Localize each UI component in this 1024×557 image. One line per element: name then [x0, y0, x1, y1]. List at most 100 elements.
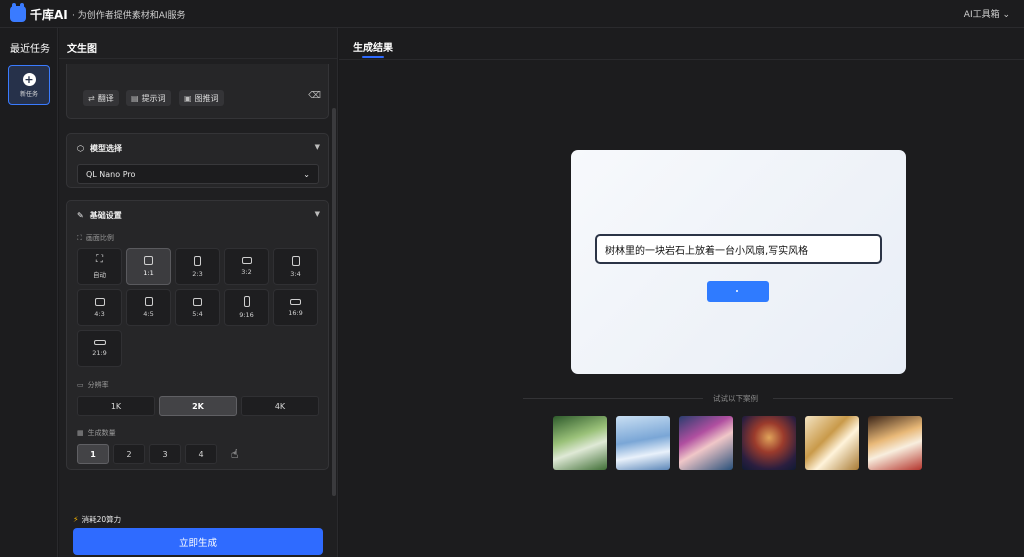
document-icon: ▤: [131, 93, 139, 103]
count-label-text: 生成数量: [87, 429, 116, 437]
resolution-option[interactable]: 1K: [77, 396, 155, 416]
translate-icon: ⇄: [88, 93, 95, 103]
image-icon: ▣: [184, 93, 192, 103]
preview-card: 树林里的一块岩石上放着一台小风扇,写实风格: [571, 150, 906, 374]
example-dessert[interactable]: [868, 416, 922, 470]
ratio-option-label: 16:9: [288, 308, 303, 317]
settings-scroll-area[interactable]: ⇄ 翻译 ▤ 提示词 ▣ 图推词 ⌫ ⬡ 模型选择 ▼ QL Nano Pro …: [59, 64, 338, 504]
ratio-option-label: 4:5: [143, 310, 154, 318]
monitor-icon: ▭: [77, 381, 84, 389]
ratio-option[interactable]: 2:3: [175, 248, 220, 285]
resolution-option[interactable]: 2K: [159, 396, 237, 416]
ratio-option[interactable]: 4:3: [77, 289, 122, 326]
translate-button[interactable]: ⇄ 翻译: [83, 90, 119, 106]
example-thumbnails: [553, 416, 922, 470]
basic-heading: 基础设置: [89, 211, 122, 220]
ratio-option-label: 3:2: [241, 268, 252, 276]
aspect-ratio-icon: [144, 256, 153, 265]
aspect-ratio-icon: [241, 257, 252, 264]
resolution-label-text: 分辨率: [87, 381, 109, 389]
image-to-prompt-label: 图推词: [194, 93, 219, 103]
count-option[interactable]: 4: [185, 444, 217, 464]
example-gold-jewelry[interactable]: [805, 416, 859, 470]
ratio-option-label: 5:4: [192, 309, 203, 318]
ratio-label-text: 画面比例: [85, 234, 114, 242]
logo-icon: [10, 3, 26, 22]
panel-title: 文生图: [67, 44, 97, 55]
ratio-option[interactable]: 9:16: [224, 289, 269, 326]
lightning-icon: ⚡: [73, 515, 79, 524]
count-option[interactable]: 2: [113, 444, 145, 464]
count-option[interactable]: 3: [149, 444, 181, 464]
ratio-option-label: 3:4: [290, 269, 301, 278]
preview-prompt: 树林里的一块岩石上放着一台小风扇,写实风格: [595, 234, 882, 264]
cost-text: 消耗20算力: [81, 515, 122, 524]
generate-button[interactable]: 立即生成: [73, 528, 323, 555]
translate-label: 翻译: [97, 93, 114, 103]
result-area: 生成结果 树林里的一块岩石上放着一台小风扇,写实风格 试试以下案例: [339, 28, 1024, 557]
plus-icon: +: [22, 72, 36, 86]
chevron-down-icon: ⌄: [303, 169, 310, 179]
image-to-prompt-button[interactable]: ▣ 图推词: [179, 90, 224, 106]
tab-indicator: [362, 56, 384, 58]
examples-label: 试试以下案例: [713, 394, 758, 403]
mouse-cursor-icon: ☝: [231, 447, 239, 461]
recent-tasks-title: 最近任务: [10, 44, 50, 55]
example-fantasy-creature[interactable]: [553, 416, 607, 470]
aspect-ratio-icon: [290, 298, 301, 305]
divider: [59, 58, 338, 59]
chevron-down-icon[interactable]: ▼: [315, 210, 320, 218]
ratio-grid: ⛶ 自动 1:1 2:3 3:2 3:4 4:3 4:5 5:4 9:16 16:9 21:9: [77, 248, 318, 367]
brand-slogan: · 为创作者提供素材和AI服务: [72, 11, 186, 21]
chevron-down-icon[interactable]: ▼: [315, 143, 320, 151]
ratio-option-label: 自动: [93, 271, 106, 279]
clear-icon[interactable]: ⌫: [308, 91, 321, 101]
divider: [523, 398, 703, 399]
aspect-ratio-icon: [93, 340, 106, 345]
example-cyber-girl[interactable]: [679, 416, 733, 470]
new-task-button[interactable]: + 新任务: [8, 65, 50, 105]
aspect-ratio-icon: [291, 255, 300, 266]
prompt-card: ⇄ 翻译 ▤ 提示词 ▣ 图推词 ⌫: [66, 64, 329, 119]
ratio-option[interactable]: 3:2: [224, 248, 269, 285]
pencil-icon: ✎: [77, 211, 84, 220]
auto-frame-icon: ⛶: [96, 254, 103, 265]
aspect-ratio-icon: [194, 255, 201, 266]
brand-name: 千库AI: [30, 8, 68, 22]
ratio-option-label: 2:3: [192, 269, 203, 278]
top-bar: 千库AI · 为创作者提供素材和AI服务 AI工具箱 ⌄: [0, 0, 1024, 28]
ratio-option[interactable]: ⛶ 自动: [77, 248, 122, 285]
ratio-option-label: 4:3: [94, 309, 105, 318]
ratio-option[interactable]: 5:4: [175, 289, 220, 326]
ratio-option[interactable]: 16:9: [273, 289, 318, 326]
ratio-label: ⛶ 画面比例: [77, 233, 114, 243]
scrollbar[interactable]: [332, 108, 336, 496]
resolution-options: 1K 2K 4K: [77, 396, 319, 416]
example-winter-landscape[interactable]: [616, 416, 670, 470]
ratio-option[interactable]: 21:9: [77, 330, 122, 367]
preview-generate-button: [707, 281, 769, 302]
model-select[interactable]: QL Nano Pro ⌄: [77, 164, 319, 184]
basic-section-header: ✎ 基础设置: [77, 210, 122, 221]
divider: [339, 59, 1024, 60]
aspect-ratio-icon: [94, 297, 105, 306]
ai-toolbox-menu[interactable]: AI工具箱 ⌄: [964, 7, 1010, 20]
ratio-option[interactable]: 3:4: [273, 248, 318, 285]
cube-icon: ⬡: [77, 144, 84, 153]
resolution-option[interactable]: 4K: [241, 396, 319, 416]
example-neon-portrait[interactable]: [742, 416, 796, 470]
ratio-option-label: 21:9: [92, 349, 107, 357]
grid-icon: ▦: [77, 429, 84, 437]
tab-result[interactable]: 生成结果: [353, 39, 393, 54]
prompt-words-label: 提示词: [141, 93, 166, 103]
model-card: ⬡ 模型选择 ▼ QL Nano Pro ⌄: [66, 133, 329, 188]
new-task-label: 新任务: [19, 90, 38, 98]
ratio-option[interactable]: 1:1: [126, 248, 171, 285]
count-option[interactable]: 1: [77, 444, 109, 464]
prompt-words-button[interactable]: ▤ 提示词: [126, 90, 171, 106]
settings-panel: 文生图 ⇄ 翻译 ▤ 提示词 ▣ 图推词 ⌫ ⬡ 模型选择 ▼ QL Nano …: [59, 28, 338, 557]
frame-icon: ⛶: [77, 233, 82, 242]
recent-tasks-rail: 最近任务 + 新任务: [0, 28, 58, 557]
ratio-option[interactable]: 4:5: [126, 289, 171, 326]
cost-info: ⚡ 消耗20算力: [73, 514, 121, 525]
